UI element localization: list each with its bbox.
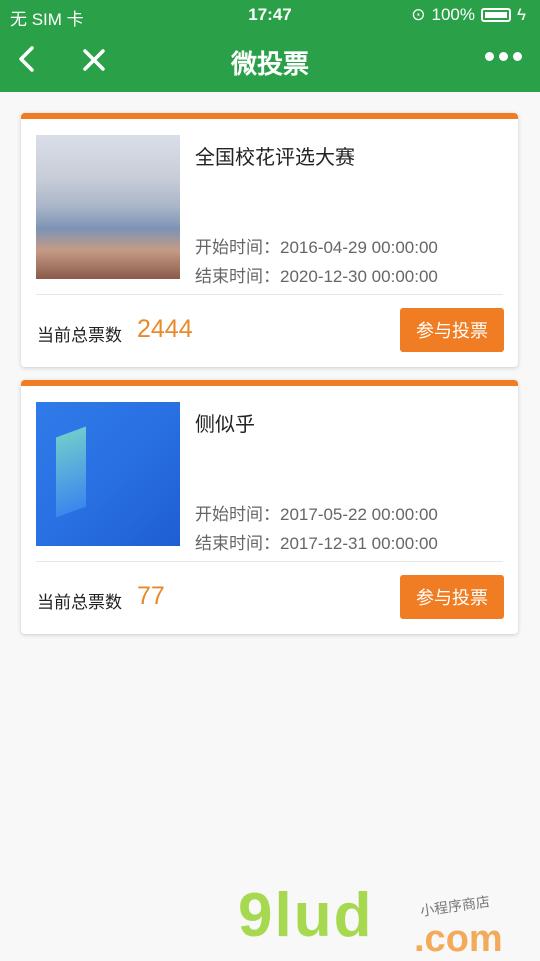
- watermark-brand: 9lud: [238, 881, 374, 950]
- rotation-lock-icon: ⊙: [411, 5, 426, 24]
- start-time: 开始时间：2017-05-22 00:00:00: [195, 505, 438, 524]
- poll-cover-image: [36, 402, 180, 546]
- vote-button[interactable]: 参与投票: [400, 575, 504, 619]
- end-time: 结束时间：2020-12-30 00:00:00: [195, 267, 438, 286]
- divider: [36, 294, 503, 295]
- status-bar: 无 SIM 卡 17:47 ⊙ 100% ϟ: [0, 0, 540, 30]
- poll-title: 全国校花评选大赛: [195, 147, 355, 169]
- poll-cover-image: [36, 135, 180, 279]
- poll-card[interactable]: 侧似乎 开始时间：2017-05-22 00:00:00 结束时间：2017-1…: [21, 380, 518, 634]
- watermark-domain: .com: [414, 918, 503, 960]
- votes-label: 当前总票数: [37, 326, 122, 345]
- end-time: 结束时间：2017-12-31 00:00:00: [195, 534, 438, 553]
- vote-button[interactable]: 参与投票: [400, 308, 504, 352]
- navigation-bar: 微投票: [0, 30, 540, 92]
- top-bar: 无 SIM 卡 17:47 ⊙ 100% ϟ 微投票: [0, 0, 540, 92]
- battery-percent: 100%: [431, 5, 475, 24]
- votes-label: 当前总票数: [37, 593, 122, 612]
- start-time: 开始时间：2016-04-29 00:00:00: [195, 238, 438, 257]
- watermark-tagline: 小程序商店: [419, 893, 491, 919]
- poll-title: 侧似乎: [195, 414, 255, 436]
- more-icon[interactable]: [485, 52, 522, 61]
- divider: [36, 561, 503, 562]
- charging-icon: ϟ: [517, 5, 526, 24]
- votes-count: 77: [137, 582, 165, 610]
- page-title: 微投票: [230, 49, 309, 79]
- poll-card[interactable]: 全国校花评选大赛 开始时间：2016-04-29 00:00:00 结束时间：2…: [21, 113, 518, 367]
- votes-count: 2444: [137, 315, 193, 343]
- battery-icon: [481, 8, 511, 22]
- status-right: ⊙ 100% ϟ: [411, 5, 526, 25]
